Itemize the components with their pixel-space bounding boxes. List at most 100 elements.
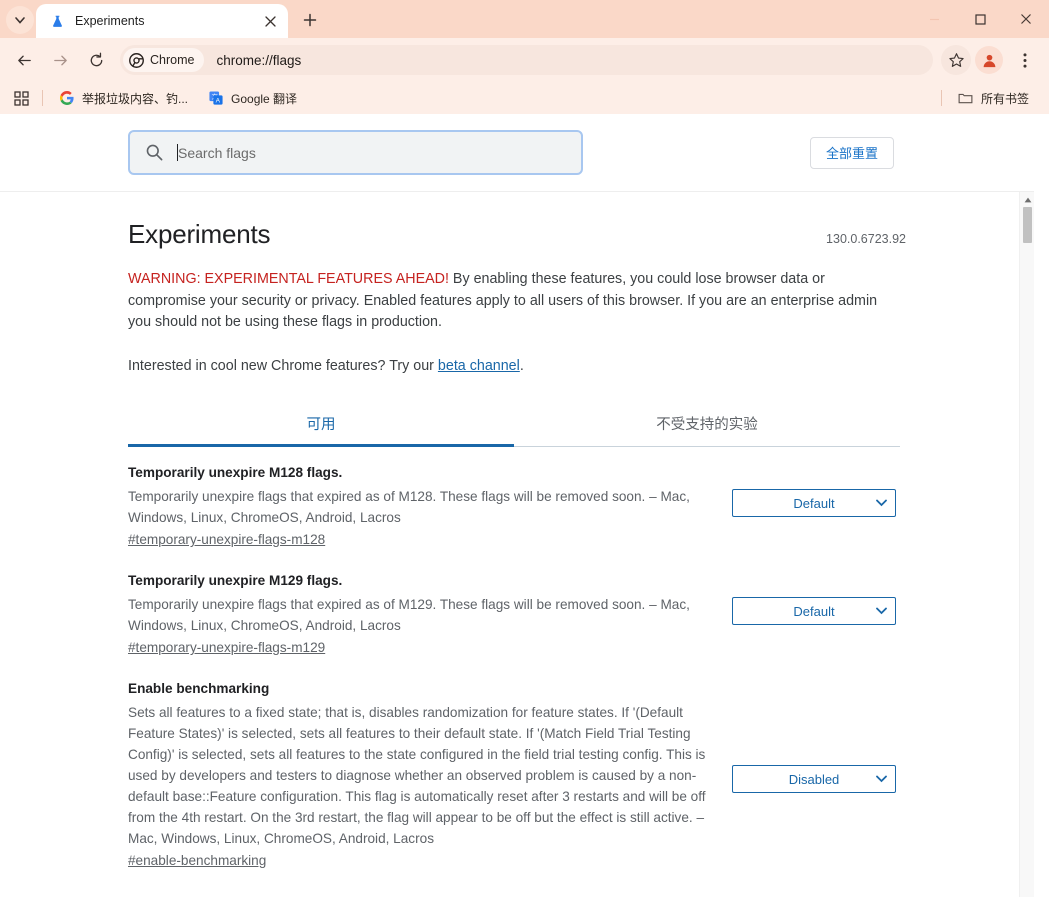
search-placeholder: Search flags <box>178 144 256 161</box>
flags-search-header: Search flags 全部重置 <box>0 114 1034 192</box>
flag-select-value: Default <box>793 495 835 511</box>
reset-all-button[interactable]: 全部重置 <box>810 136 894 169</box>
chrome-logo-icon <box>129 52 144 68</box>
close-icon <box>1021 14 1031 24</box>
bookmark-label: Google 翻译 <box>231 91 298 106</box>
search-icon <box>144 143 164 162</box>
address-bar[interactable]: Chrome chrome://flags <box>120 45 933 75</box>
tab-unsupported[interactable]: 不受支持的实验 <box>514 402 900 446</box>
reload-button[interactable] <box>81 45 111 75</box>
chevron-down-icon <box>15 17 25 24</box>
chevron-down-icon <box>876 499 887 507</box>
beta-suffix-text: . <box>519 357 524 374</box>
scrollbar-up-button[interactable] <box>1020 192 1035 207</box>
bookmark-item-0[interactable]: 举报垃圾内容、钓... <box>51 86 196 110</box>
flag-description: Temporarily unexpire flags that expired … <box>128 489 690 525</box>
flag-permalink[interactable]: #temporary-unexpire-flags-m129 <box>128 640 325 655</box>
window-maximize-button[interactable] <box>957 0 1003 38</box>
back-button[interactable] <box>9 45 39 75</box>
flag-permalink[interactable]: #temporary-unexpire-flags-m128 <box>128 532 325 547</box>
flask-icon <box>48 12 66 30</box>
page-title-row: Experiments 130.0.6723.92 <box>128 192 906 250</box>
reload-icon <box>90 52 102 66</box>
bookmark-item-1[interactable]: 文 A Google 翻译 <box>200 86 305 110</box>
flag-select[interactable]: Default <box>732 489 896 517</box>
tab-close-button[interactable] <box>260 11 280 31</box>
apps-grid-icon <box>13 90 29 106</box>
page-title: Experiments <box>128 219 271 249</box>
flags-page: Search flags 全部重置 Experiments 130.0.6723… <box>0 114 1034 897</box>
flag-select[interactable]: Default <box>732 597 896 625</box>
tab-search-button[interactable] <box>6 6 34 34</box>
chrome-version-label: 130.0.6723.92 <box>826 232 906 246</box>
flag-name: Temporarily unexpire M128 flags. <box>128 465 343 480</box>
bookmark-star-button[interactable] <box>941 45 971 75</box>
forward-button[interactable] <box>45 45 75 75</box>
browser-tab-title: Experiments <box>75 14 145 28</box>
flag-text-block: Temporarily unexpire M129 flags. Tempora… <box>128 571 728 657</box>
close-icon <box>264 15 276 27</box>
flag-select-value: Disabled <box>788 771 840 787</box>
page-scrollbar[interactable] <box>1019 192 1034 897</box>
triangle-up-icon <box>1024 197 1031 202</box>
flag-name: Temporarily unexpire M129 flags. <box>128 573 343 588</box>
tab-available[interactable]: 可用 <box>128 402 514 447</box>
warning-headline: WARNING: EXPERIMENTAL FEATURES AHEAD! <box>128 271 449 287</box>
three-dot-menu-icon <box>1023 52 1027 68</box>
search-input[interactable]: Search flags <box>128 130 583 175</box>
omnibox-chip-label: Chrome <box>150 53 195 67</box>
bookmark-label: 举报垃圾内容、钓... <box>82 91 189 106</box>
arrow-forward-icon <box>53 55 67 65</box>
profile-avatar-button[interactable] <box>975 46 1003 74</box>
google-g-icon <box>59 90 75 106</box>
flag-description: Sets all features to a fixed state; that… <box>128 705 706 846</box>
bookmarks-separator-right <box>940 90 942 106</box>
bookmarks-separator <box>42 90 43 106</box>
maximize-icon <box>974 13 986 25</box>
all-bookmarks-label: 所有书签 <box>980 91 1029 106</box>
page-viewport: Search flags 全部重置 Experiments 130.0.6723… <box>0 114 1049 897</box>
plus-icon <box>303 13 317 27</box>
chevron-down-icon <box>876 775 887 783</box>
google-translate-icon: 文 A <box>208 90 224 106</box>
scrollbar-thumb[interactable] <box>1022 207 1032 243</box>
chevron-down-icon <box>876 607 887 615</box>
flag-select[interactable]: Disabled <box>732 765 896 793</box>
window-minimize-button[interactable] <box>911 0 957 38</box>
minimize-icon <box>929 18 939 20</box>
beta-prefix-text: Interested in cool new Chrome features? … <box>128 357 438 374</box>
browser-menu-button[interactable] <box>1010 45 1040 75</box>
apps-shortcut-button[interactable] <box>8 85 34 111</box>
beta-channel-link[interactable]: beta channel <box>438 358 520 374</box>
svg-text:A: A <box>216 98 221 105</box>
browser-toolbar: Chrome chrome://flags <box>0 38 1049 82</box>
flag-control-wrapper: Disabled <box>728 679 900 793</box>
flag-permalink[interactable]: #enable-benchmarking <box>128 853 266 868</box>
flag-description: Temporarily unexpire flags that expired … <box>128 597 690 633</box>
window-close-button[interactable] <box>1003 0 1049 38</box>
bookmarks-bar-right: 所有书签 <box>933 86 1041 110</box>
omnibox-url-text: chrome://flags <box>216 52 302 68</box>
browser-tab-experiments[interactable]: Experiments <box>36 4 288 38</box>
browser-window: Experiments Chrome chrome://flags 举报垃圾内容… <box>0 0 1049 897</box>
flag-name: Enable benchmarking <box>128 681 270 696</box>
flag-control-wrapper: Default <box>728 463 900 517</box>
omnibox-chrome-chip: Chrome <box>123 48 205 72</box>
flag-text-block: Enable benchmarking Sets all features to… <box>128 679 728 870</box>
flags-list: Temporarily unexpire M128 flags. Tempora… <box>128 447 900 876</box>
bookmarks-bar: 举报垃圾内容、钓... 文 A Google 翻译 <box>0 82 1049 114</box>
flag-select-value: Default <box>793 603 835 619</box>
new-tab-button[interactable] <box>296 6 324 34</box>
all-bookmarks-button[interactable]: 所有书签 <box>950 86 1037 110</box>
arrow-back-icon <box>17 55 31 65</box>
folder-icon <box>958 90 974 106</box>
warning-paragraph: WARNING: EXPERIMENTAL FEATURES AHEAD! By… <box>128 269 900 334</box>
flag-control-wrapper: Default <box>728 571 900 625</box>
flag-entry: Temporarily unexpire M129 flags. Tempora… <box>128 555 900 663</box>
window-controls <box>911 0 1049 38</box>
star-icon <box>948 52 964 67</box>
beta-channel-paragraph: Interested in cool new Chrome features? … <box>128 356 906 378</box>
flag-entry: Temporarily unexpire M128 flags. Tempora… <box>128 447 900 555</box>
flags-tabs: 可用 不受支持的实验 <box>128 402 900 447</box>
flag-text-block: Temporarily unexpire M128 flags. Tempora… <box>128 463 728 549</box>
